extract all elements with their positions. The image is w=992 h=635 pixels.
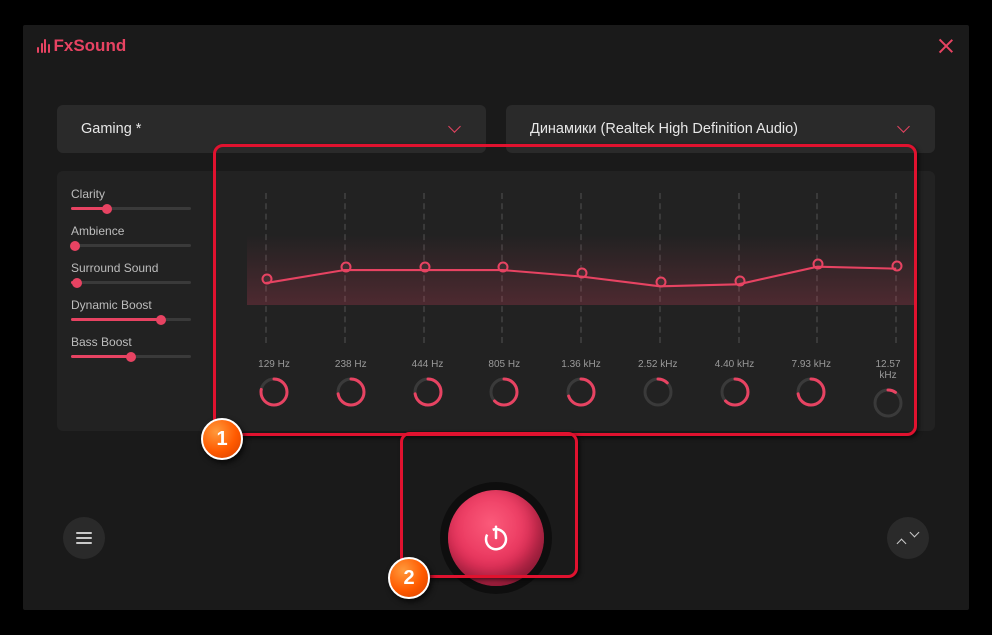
- slider-label: Surround Sound: [71, 261, 213, 275]
- eq-freq-label: 1.36 kHz: [559, 359, 603, 370]
- eq-band: 2.52 kHz: [636, 359, 680, 419]
- power-button[interactable]: [448, 490, 544, 586]
- brand-text: FxSound: [54, 36, 127, 56]
- slider-label: Ambience: [71, 224, 213, 238]
- eq-dial[interactable]: [795, 376, 827, 408]
- slider-bass-boost[interactable]: Bass Boost: [71, 335, 213, 358]
- select-row: Gaming * Динамики (Realtek High Definiti…: [23, 67, 969, 171]
- eq-band: 1.36 kHz: [559, 359, 603, 419]
- eq-band: 4.40 kHz: [713, 359, 757, 419]
- eq-chart: [247, 193, 915, 353]
- menu-icon: [76, 532, 92, 543]
- slider-clarity[interactable]: Clarity: [71, 187, 213, 210]
- eq-band: 12.57 kHz: [866, 359, 910, 419]
- bottom-row: [23, 490, 969, 586]
- eq-band: 444 Hz: [406, 359, 450, 419]
- collapse-button[interactable]: [887, 517, 929, 559]
- device-label: Динамики (Realtek High Definition Audio): [530, 121, 798, 137]
- eq-freq-label: 238 Hz: [329, 359, 373, 370]
- slider-dynamic-boost[interactable]: Dynamic Boost: [71, 298, 213, 321]
- eq-band: 805 Hz: [482, 359, 526, 419]
- power-icon: [481, 523, 511, 553]
- eq-freq-label: 805 Hz: [482, 359, 526, 370]
- eq-freq-label: 444 Hz: [406, 359, 450, 370]
- eq-freq-label: 129 Hz: [252, 359, 296, 370]
- equalizer: 129 Hz 238 Hz 444 Hz 805 Hz 1.36 kHz 2.52 kHz…: [227, 171, 935, 431]
- close-icon[interactable]: [937, 37, 955, 55]
- eq-dial[interactable]: [412, 376, 444, 408]
- titlebar: FxSound: [23, 25, 969, 67]
- eq-band: 129 Hz: [252, 359, 296, 419]
- device-select[interactable]: Динамики (Realtek High Definition Audio): [506, 105, 935, 153]
- eq-dial[interactable]: [719, 376, 751, 408]
- eq-line: [247, 193, 915, 360]
- eq-dial[interactable]: [488, 376, 520, 408]
- eq-dial[interactable]: [872, 387, 904, 419]
- slider-label: Dynamic Boost: [71, 298, 213, 312]
- eq-dial[interactable]: [642, 376, 674, 408]
- slider-ambience[interactable]: Ambience: [71, 224, 213, 247]
- menu-button[interactable]: [63, 517, 105, 559]
- eq-freq-label: 12.57 kHz: [866, 359, 910, 381]
- slider-surround[interactable]: Surround Sound: [71, 261, 213, 284]
- eq-freq-label: 7.93 kHz: [789, 359, 833, 370]
- brand-bars-icon: [37, 39, 50, 53]
- eq-freq-label: 4.40 kHz: [713, 359, 757, 370]
- eq-band: 7.93 kHz: [789, 359, 833, 419]
- preset-select[interactable]: Gaming *: [57, 105, 486, 153]
- eq-dial[interactable]: [565, 376, 597, 408]
- eq-band: 238 Hz: [329, 359, 373, 419]
- slider-label: Clarity: [71, 187, 213, 201]
- chevron-down-icon: [448, 122, 462, 136]
- eq-dial[interactable]: [335, 376, 367, 408]
- preset-label: Gaming *: [81, 121, 141, 137]
- slider-label: Bass Boost: [71, 335, 213, 349]
- eq-bands: 129 Hz 238 Hz 444 Hz 805 Hz 1.36 kHz 2.52 kHz…: [252, 353, 910, 419]
- eq-dial[interactable]: [258, 376, 290, 408]
- chevron-down-icon: [897, 122, 911, 136]
- main-panel: Clarity Ambience Surround Sound Dynamic …: [57, 171, 935, 431]
- effect-sliders: Clarity Ambience Surround Sound Dynamic …: [57, 171, 227, 431]
- app-window: FxSound Gaming * Динамики (Realtek High …: [23, 25, 969, 610]
- brand: FxSound: [37, 36, 126, 56]
- eq-freq-label: 2.52 kHz: [636, 359, 680, 370]
- collapse-icon: [899, 529, 917, 547]
